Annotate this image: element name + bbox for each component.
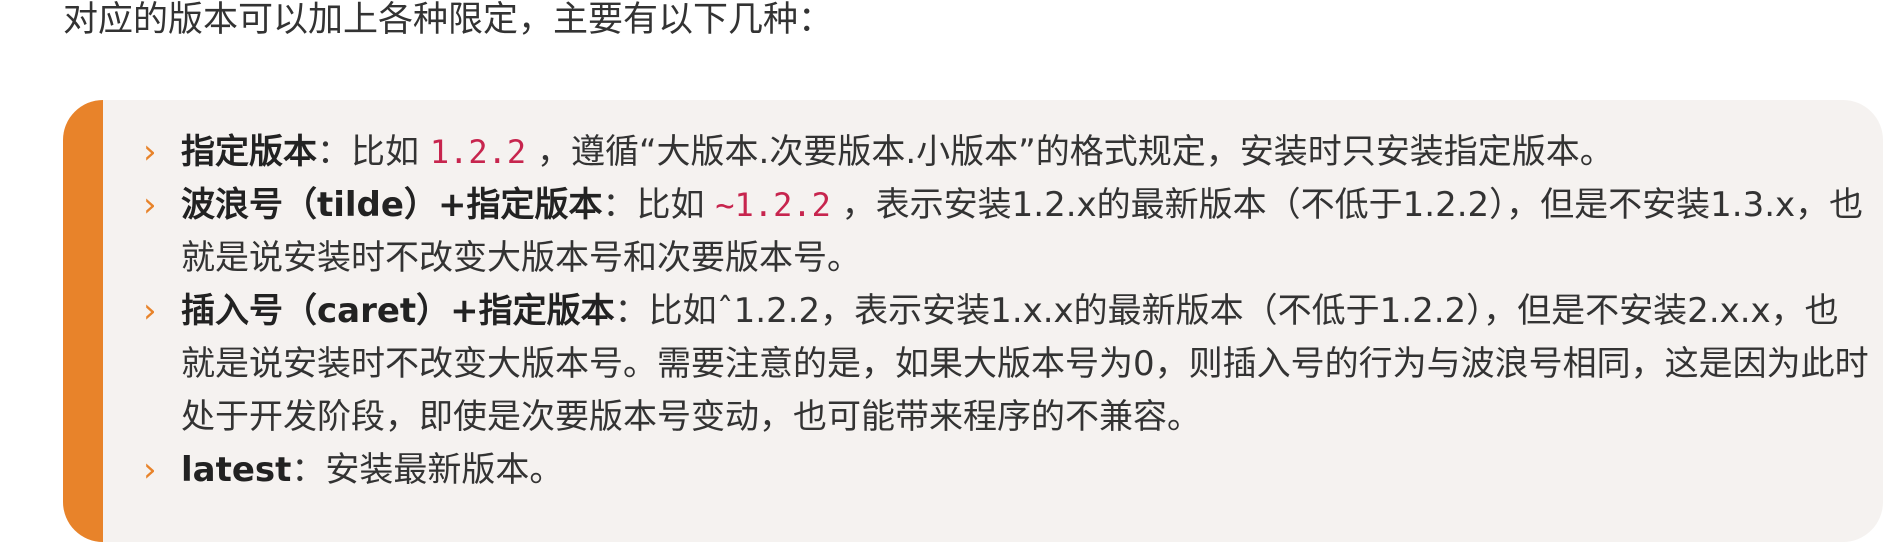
item-text-after: ，遵循“大版本.次要版本.小版本”的格式规定，安装时只安装指定版本。	[526, 132, 1614, 172]
term-exact-version: 指定版本	[181, 132, 317, 172]
chevron-right-icon: ›	[143, 185, 157, 225]
term-separator: ：	[317, 132, 351, 172]
list-item-tilde-version: › 波浪号（tilde）+指定版本：比如 ~1.2.2 ，表示安装1.2.x的最…	[143, 179, 1871, 285]
intro-paragraph: 对应的版本可以加上各种限定，主要有以下几种：	[63, 0, 834, 40]
chevron-right-icon: ›	[143, 291, 157, 331]
list-item-exact-version: › 指定版本：比如 1.2.2 ，遵循“大版本.次要版本.小版本”的格式规定，安…	[143, 126, 1871, 179]
term-caret-version: 插入号（caret）+指定版本	[181, 291, 615, 331]
term-separator: ：	[614, 291, 649, 331]
list-item-latest: › latest：安装最新版本。	[143, 444, 1871, 497]
term-tilde-version: 波浪号（tilde）+指定版本	[181, 185, 603, 225]
chevron-right-icon: ›	[143, 132, 157, 172]
version-code: ~1.2.2	[715, 186, 831, 224]
item-text-before: 比如	[351, 132, 430, 172]
term-latest: latest	[181, 450, 292, 490]
list-item-caret-version: › 插入号（caret）+指定版本：比如ˆ1.2.2，表示安装1.x.x的最新版…	[143, 285, 1871, 444]
term-separator: ：	[602, 185, 637, 225]
chevron-right-icon: ›	[143, 450, 157, 490]
version-list: › 指定版本：比如 1.2.2 ，遵循“大版本.次要版本.小版本”的格式规定，安…	[143, 126, 1871, 497]
item-text-before: 比如	[636, 185, 716, 225]
version-notes-box: › 指定版本：比如 1.2.2 ，遵循“大版本.次要版本.小版本”的格式规定，安…	[63, 100, 1883, 542]
version-code: 1.2.2	[429, 133, 527, 171]
note-accent-bar	[63, 100, 103, 542]
item-text: 安装最新版本。	[325, 450, 564, 490]
term-separator: ：	[291, 450, 326, 490]
